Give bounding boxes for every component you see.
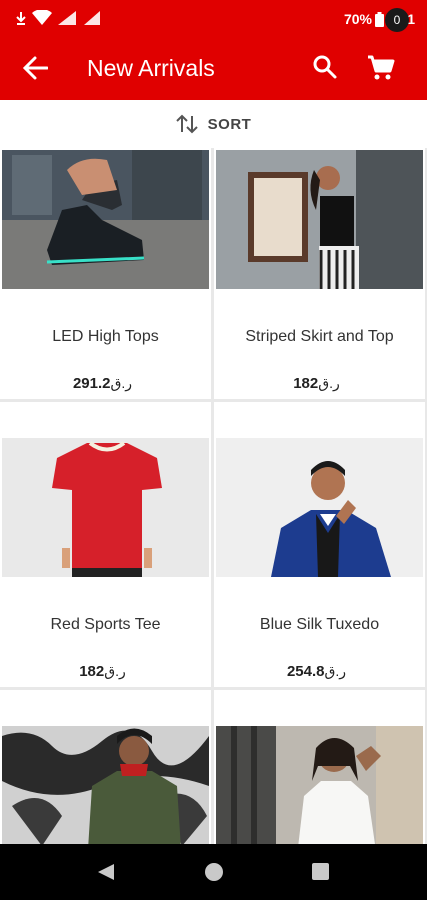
currency-label: ر.ق [110,375,133,391]
product-name: Striped Skirt and Top [245,328,394,345]
woman-street-photo [216,150,423,289]
nav-back-icon[interactable] [97,863,115,881]
search-button[interactable] [312,54,340,82]
system-nav-bar [0,844,427,900]
red-tshirt-photo [2,438,209,577]
battery-icon [374,11,384,27]
nav-home-icon[interactable] [205,863,223,881]
product-card[interactable] [214,690,425,844]
status-bar: 70% 6:21 [0,0,427,38]
battery-percent: 70% [343,11,372,27]
nav-recent-apps-icon[interactable] [312,863,329,880]
price-value: 254.8 [286,663,325,680]
product-card[interactable]: Red Sports Tee ر.ق182 [0,402,211,687]
man-graffiti-jacket-photo [2,726,209,844]
product-card[interactable] [0,690,211,844]
product-card[interactable]: LED High Tops ر.ق291.2 [0,148,211,399]
product-price: ر.ق254.8 [214,663,425,680]
product-card[interactable]: Blue Silk Tuxedo ر.ق254.8 [214,402,425,687]
currency-label: ر.ق [318,375,340,391]
sneakers-photo [2,150,209,289]
page-title: New Arrivals [87,55,215,81]
sort-arrows-icon [175,114,198,134]
product-name: Red Sports Tee [50,616,161,633]
currency-label: ر.ق [324,663,347,679]
sort-label: SORT [207,115,252,133]
price-value: 182 [293,375,319,392]
woman-white-shirt-photo [216,726,423,844]
product-card[interactable]: Striped Skirt and Top ر.ق182 [214,148,425,399]
cart-button[interactable] [366,52,400,86]
search-icon [313,55,337,79]
sort-button[interactable]: SORT [0,100,427,148]
shopping-cart-icon [368,55,395,80]
product-price: ر.ق182 [0,663,211,680]
arrow-left-icon [22,56,48,80]
product-name: LED High Tops [52,328,159,345]
wifi-icon [32,10,52,25]
product-price: ر.ق291.2 [0,375,211,392]
app-bar: New Arrivals [0,38,427,100]
signal-icon [58,11,76,25]
download-icon [16,12,26,25]
currency-label: ر.ق [104,663,126,679]
status-icons [16,10,102,26]
cart-count-badge[interactable]: 0 [385,8,409,32]
product-grid: LED High Tops ر.ق291.2 Striped Skirt and… [0,148,427,844]
signal-icon-2 [84,11,100,25]
price-value: 182 [79,663,105,680]
man-tuxedo-photo [216,438,423,577]
price-value: 291.2 [72,375,111,392]
back-button[interactable] [20,53,50,83]
product-price: ر.ق182 [214,375,425,392]
product-name: Blue Silk Tuxedo [259,616,380,633]
